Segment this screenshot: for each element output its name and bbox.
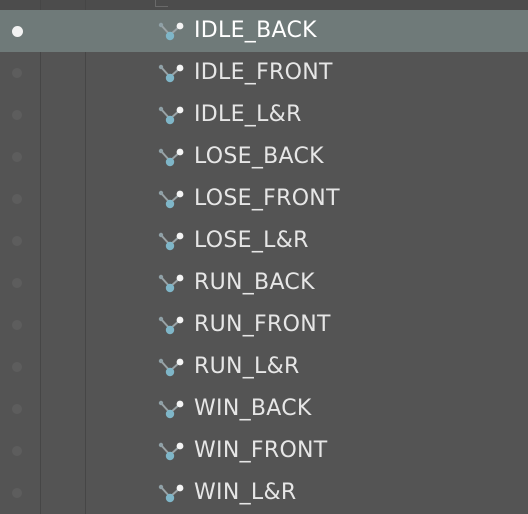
hierarchy-row[interactable]: IDLE_L&R xyxy=(0,94,528,136)
row-label: LOSE_FRONT xyxy=(194,186,340,211)
visibility-dot-icon[interactable] xyxy=(12,26,23,37)
visibility-dot-icon[interactable] xyxy=(12,320,22,330)
row-label: IDLE_L&R xyxy=(194,102,302,127)
hierarchy-row[interactable]: LOSE_FRONT xyxy=(0,178,528,220)
visibility-dot-icon[interactable] xyxy=(12,110,22,120)
hierarchy-row[interactable]: WIN_L&R xyxy=(0,472,528,514)
bone-node-icon xyxy=(158,483,188,505)
row-label: RUN_BACK xyxy=(194,270,315,295)
row-label: WIN_FRONT xyxy=(194,438,328,463)
bone-node-icon xyxy=(158,357,188,379)
bone-node-icon xyxy=(158,315,188,337)
hierarchy-list: IDLE_BACK IDLE_FRONT IDLE_L&R LOSE_BACK LOSE… xyxy=(0,10,528,514)
hierarchy-row[interactable]: RUN_BACK xyxy=(0,262,528,304)
hierarchy-row[interactable]: WIN_BACK xyxy=(0,388,528,430)
visibility-dot-icon[interactable] xyxy=(12,488,22,498)
visibility-dot-icon[interactable] xyxy=(12,68,22,78)
hierarchy-row[interactable]: RUN_L&R xyxy=(0,346,528,388)
visibility-dot-icon[interactable] xyxy=(12,152,22,162)
bone-node-icon xyxy=(158,21,188,43)
row-label: LOSE_BACK xyxy=(194,144,324,169)
bone-node-icon xyxy=(158,441,188,463)
visibility-dot-icon[interactable] xyxy=(12,278,22,288)
previous-row-edge xyxy=(0,0,528,10)
visibility-dot-icon[interactable] xyxy=(12,194,22,204)
hierarchy-row[interactable]: LOSE_BACK xyxy=(0,136,528,178)
row-label: IDLE_BACK xyxy=(194,18,317,43)
row-label: RUN_L&R xyxy=(194,354,300,379)
tree-connector-line xyxy=(155,0,168,7)
visibility-dot-icon[interactable] xyxy=(12,446,22,456)
hierarchy-panel: IDLE_BACK IDLE_FRONT IDLE_L&R LOSE_BACK LOSE… xyxy=(0,0,528,514)
hierarchy-row[interactable]: WIN_FRONT xyxy=(0,430,528,472)
row-label: IDLE_FRONT xyxy=(194,60,333,85)
hierarchy-row[interactable]: IDLE_FRONT xyxy=(0,52,528,94)
bone-node-icon xyxy=(158,231,188,253)
bone-node-icon xyxy=(158,147,188,169)
hierarchy-row[interactable]: LOSE_L&R xyxy=(0,220,528,262)
row-label: WIN_L&R xyxy=(194,480,297,505)
row-label: LOSE_L&R xyxy=(194,228,309,253)
row-label: WIN_BACK xyxy=(194,396,312,421)
row-label: RUN_FRONT xyxy=(194,312,331,337)
bone-node-icon xyxy=(158,189,188,211)
visibility-dot-icon[interactable] xyxy=(12,404,22,414)
bone-node-icon xyxy=(158,105,188,127)
visibility-dot-icon[interactable] xyxy=(12,362,22,372)
bone-node-icon xyxy=(158,273,188,295)
hierarchy-row[interactable]: RUN_FRONT xyxy=(0,304,528,346)
visibility-dot-icon[interactable] xyxy=(12,236,22,246)
bone-node-icon xyxy=(158,63,188,85)
hierarchy-row[interactable]: IDLE_BACK xyxy=(0,10,528,52)
bone-node-icon xyxy=(158,399,188,421)
